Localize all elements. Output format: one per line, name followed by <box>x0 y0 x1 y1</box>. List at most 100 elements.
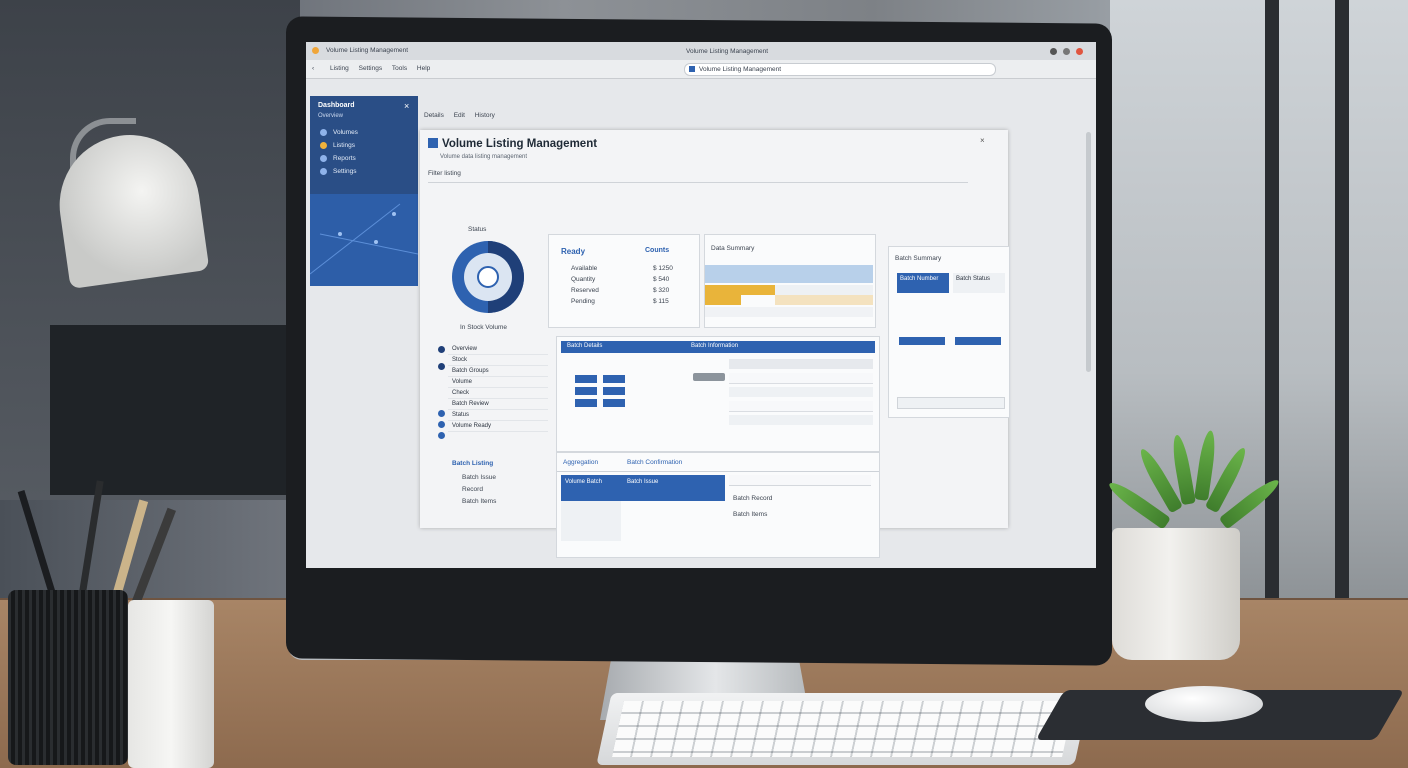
nav-item[interactable]: Tools <box>392 65 407 72</box>
list-bullets <box>438 346 445 439</box>
table-row[interactable] <box>729 415 873 425</box>
nav-item[interactable]: Help <box>417 65 430 72</box>
nav-item[interactable]: Settings <box>359 65 383 72</box>
table-cell <box>575 387 597 395</box>
sidebar-title: Dashboard <box>318 102 355 109</box>
batch-status-card[interactable]: Batch Status <box>953 273 1005 293</box>
tab-history[interactable]: History <box>475 112 495 119</box>
stats-title: Ready <box>561 247 586 256</box>
window-frame <box>1335 0 1349 640</box>
dropdown[interactable] <box>729 475 871 486</box>
close-icon[interactable] <box>1076 48 1083 55</box>
tab-edit[interactable]: Edit <box>454 112 465 119</box>
stat-value: $ 540 <box>653 276 670 283</box>
footer-item[interactable]: Batch Items <box>462 498 496 505</box>
batch-details-table: Batch Details Batch Information <box>556 336 880 452</box>
close-icon[interactable]: × <box>404 101 409 111</box>
list-item[interactable]: Overview <box>448 344 548 355</box>
table-title: Batch Details <box>567 343 603 349</box>
bottom-row: Batch Record <box>733 495 773 502</box>
main-panel: Volume Listing Management Volume data li… <box>420 130 1010 558</box>
window-center-title: Volume Listing Management <box>686 48 769 55</box>
divider <box>557 471 879 472</box>
table-cell <box>575 375 597 383</box>
browser-titlebar: Volume Listing Management Volume Listing… <box>306 42 1096 60</box>
sidebar-item-listings[interactable]: Listings <box>320 139 355 151</box>
sidebar-item-label: Reports <box>333 154 356 162</box>
window-background <box>1110 0 1408 620</box>
address-bar[interactable]: Volume Listing Management <box>684 63 996 76</box>
tab-aggregation[interactable]: Aggregation <box>563 459 598 466</box>
table-cell <box>603 399 625 407</box>
stat-value: $ 115 <box>653 298 669 305</box>
keyboard <box>596 693 1090 765</box>
tab-details[interactable]: Details <box>424 112 444 119</box>
panel-logo-icon <box>428 138 438 148</box>
scrollbar[interactable] <box>1086 132 1091 372</box>
list-item[interactable]: Check <box>448 388 548 399</box>
nav-item[interactable]: Listing <box>330 65 349 72</box>
stat-label: Available <box>571 265 598 272</box>
footer-item[interactable]: Batch Issue <box>462 474 496 481</box>
back-button[interactable]: ‹ <box>312 65 314 72</box>
table-col2: Batch Information <box>691 343 739 349</box>
window-frame <box>1265 0 1279 640</box>
keyboard-keys <box>612 701 1074 757</box>
window-title: Volume Listing Management <box>326 47 409 54</box>
table-row[interactable] <box>729 387 873 397</box>
counts-title: Counts <box>645 247 670 254</box>
grid-cell <box>775 285 873 295</box>
bottom-row: Batch Issue <box>627 479 659 485</box>
sidebar-item-settings[interactable]: Settings <box>320 165 357 177</box>
batch-summary-card: Batch Summary Batch Number Batch Status <box>888 246 1010 418</box>
maximize-icon[interactable] <box>1063 48 1070 55</box>
donut-title: Status <box>468 226 487 233</box>
batch-number-card[interactable]: Batch Number <box>897 273 949 293</box>
minimize-icon[interactable] <box>1050 48 1057 55</box>
gear-icon <box>320 167 327 175</box>
grid-row <box>705 307 873 317</box>
plant-pot <box>1112 528 1240 660</box>
sidebar-item-label: Settings <box>333 167 357 175</box>
aggregation-list <box>561 501 621 541</box>
list-item[interactable]: Stock <box>448 355 548 366</box>
stat-label: Reserved <box>571 287 599 294</box>
stat-label: Quantity <box>571 276 596 283</box>
tab-batch-confirmation[interactable]: Batch Confirmation <box>627 459 682 466</box>
batch-select[interactable] <box>897 397 1005 409</box>
app-icon <box>312 47 319 54</box>
sidebar-item-volumes[interactable]: Volumes <box>320 126 358 138</box>
bullet-icon <box>438 421 445 428</box>
close-icon[interactable]: × <box>980 136 985 145</box>
background-monitor <box>50 325 290 495</box>
overview-list: Overview Stock Batch Groups Volume Check… <box>448 344 548 432</box>
summary-grid: Data Summary <box>704 234 876 328</box>
pen-holder <box>8 590 128 765</box>
table-cell <box>603 387 625 395</box>
list-item[interactable]: Batch Review <box>448 399 548 410</box>
bottom-row: Batch Items <box>733 511 768 518</box>
dropdown[interactable] <box>729 401 873 412</box>
sidebar-item-label: Listings <box>333 141 356 149</box>
footer-item[interactable]: Record <box>462 486 483 493</box>
bullet-icon <box>438 432 445 439</box>
list-item[interactable]: Volume Ready <box>448 421 548 432</box>
volume-icon <box>320 128 327 136</box>
list-item[interactable]: Status <box>448 410 548 421</box>
nav-menu: Listing Settings Tools Help <box>330 65 438 72</box>
dropdown[interactable] <box>729 373 873 384</box>
grid-row <box>705 265 873 283</box>
grid-cell-highlight <box>705 295 741 305</box>
dropdown[interactable] <box>729 359 873 369</box>
bottom-row: Volume Batch <box>565 479 603 485</box>
sidebar-item-label: Volumes <box>333 128 358 136</box>
toggle-button[interactable] <box>693 373 725 381</box>
stat-value: $ 1250 <box>653 265 673 272</box>
stats-card: Ready Counts Available $ 1250 Quantity $… <box>548 234 700 328</box>
list-item[interactable]: Batch Groups <box>448 366 548 377</box>
list-item[interactable]: Volume <box>448 377 548 388</box>
sidebar-item-reports[interactable]: Reports <box>320 152 356 164</box>
bullet-icon <box>438 363 445 370</box>
mouse <box>1145 686 1263 722</box>
batch-bar <box>899 337 945 345</box>
